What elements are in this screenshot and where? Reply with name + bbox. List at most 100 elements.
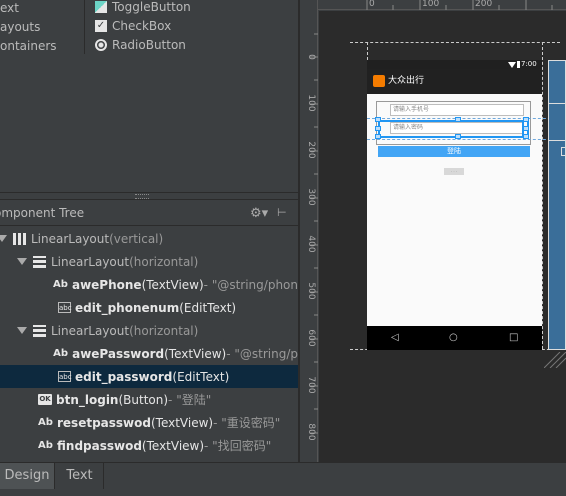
tree-row-id: findpasswod	[57, 438, 142, 453]
blueprint-widget	[561, 147, 566, 156]
tree-row-id: awePhone	[71, 277, 142, 292]
ruler-label: 800	[306, 423, 316, 441]
tree-row-detail: (vertical)	[109, 231, 164, 246]
resize-handle[interactable]	[375, 126, 381, 131]
palette-item-togglebutton[interactable]: ToggleButton	[95, 0, 191, 14]
linearlayout-horizontal-icon	[33, 255, 46, 268]
wifi-icon	[508, 62, 516, 68]
tree-row-name: LinearLayout	[51, 323, 130, 338]
tree-row-linearlayout-vertical[interactable]: LinearLayout (vertical)	[0, 227, 298, 250]
selection-guide	[367, 139, 566, 140]
tree-row-linearlayout-horizontal-2[interactable]: LinearLayout (horizontal)	[0, 319, 298, 342]
textview-icon: Ab	[38, 440, 53, 451]
tree-row-detail: (horizontal)	[129, 323, 199, 338]
palette-item-label: CheckBox	[112, 19, 172, 33]
left-panel: ext ayouts ontainers ToggleButton ✓ Chec…	[0, 0, 298, 462]
radio-button-icon	[95, 39, 107, 51]
tree-row-type: (Button)	[118, 392, 169, 407]
component-tree-title: omponent Tree	[0, 206, 85, 220]
palette-category-containers[interactable]: ontainers	[0, 39, 57, 53]
tree-row-id: awePassword	[72, 346, 165, 361]
tree-row-edit-phonenum[interactable]: abc edit_phonenum (EditText)	[0, 296, 298, 319]
phone-hint: 请输入手机号	[393, 106, 430, 113]
reset-find-password-links[interactable]: · · ·	[444, 168, 464, 175]
tree-row-type: (TextView)	[141, 438, 205, 453]
textview-icon: Ab	[53, 348, 68, 359]
tree-row-id: resetpasswod	[57, 415, 151, 430]
tree-row-id: btn_login	[56, 392, 119, 407]
gear-icon[interactable]: ⚙▾	[250, 206, 268, 221]
selected-edit-password[interactable]	[378, 120, 529, 138]
ruler-label: 600	[306, 329, 316, 347]
resize-handle[interactable]	[523, 126, 529, 131]
nav-back-icon[interactable]: ◁	[391, 326, 399, 350]
tree-row-detail: - "登陆"	[168, 393, 212, 407]
blueprint-line	[549, 140, 566, 141]
palette-item-label: ToggleButton	[112, 0, 191, 14]
palette-category-widgets[interactable]: ext	[0, 1, 19, 15]
palette-category-layouts[interactable]: ayouts	[0, 20, 40, 34]
ruler-label: 200	[306, 141, 316, 159]
panel-splitter[interactable]	[0, 192, 298, 200]
tree-row-id: edit_password	[75, 369, 173, 384]
palette-item-radiobutton[interactable]: RadioButton	[95, 38, 186, 52]
blueprint-line	[549, 103, 566, 104]
button-icon: OK	[38, 394, 52, 405]
battery-icon	[517, 61, 520, 68]
checkbox-icon: ✓	[95, 20, 107, 32]
tree-row-resetpasswod[interactable]: Ab resetpasswod (TextView) - "重设密码"	[0, 411, 298, 434]
resize-handle[interactable]	[455, 134, 461, 139]
tree-row-type: (TextView)	[141, 277, 204, 292]
nav-recents-icon[interactable]: □	[509, 326, 518, 350]
tree-row-type: (EditText)	[179, 300, 237, 315]
device-guide	[350, 42, 560, 43]
ruler-label: 0	[369, 0, 375, 9]
splitter-grip-icon[interactable]	[135, 194, 149, 199]
selection-guide	[367, 118, 566, 119]
ruler-label: 300	[306, 188, 316, 206]
tree-row-name: LinearLayout	[51, 254, 130, 269]
resize-handle[interactable]	[455, 117, 461, 122]
tree-row-id: edit_phonenum	[75, 300, 180, 315]
palette-divider	[84, 0, 85, 54]
palette-item-checkbox[interactable]: ✓ CheckBox	[95, 19, 171, 33]
resize-handle[interactable]	[375, 117, 381, 122]
edittext-icon: abc	[58, 371, 72, 382]
tab-design[interactable]: Design	[0, 463, 55, 489]
resize-handle[interactable]	[523, 117, 529, 122]
palette-item-label: RadioButton	[112, 38, 186, 52]
nav-home-icon[interactable]: ○	[449, 326, 458, 350]
tree-row-type: (TextView)	[150, 415, 214, 430]
ruler-label: 700	[306, 376, 316, 394]
device-guide	[542, 42, 543, 349]
expand-arrow-icon[interactable]	[0, 235, 7, 242]
expand-arrow-icon[interactable]	[17, 258, 27, 265]
tree-row-findpasswod[interactable]: Ab findpasswod (TextView) - "找回密码"	[0, 434, 298, 457]
tree-row-type: (EditText)	[172, 369, 230, 384]
tree-row-btn-login[interactable]: OK btn_login (Button) - "登陆"	[0, 388, 298, 411]
app-logo-icon	[373, 75, 385, 87]
ruler-label: 500	[306, 282, 316, 300]
resize-handle[interactable]	[375, 134, 381, 139]
tree-row-detail: - "重设密码"	[213, 416, 281, 430]
tab-text[interactable]: Text	[56, 463, 104, 489]
app-title: 大众出行	[388, 76, 425, 86]
canvas-resize-grip-icon[interactable]	[544, 352, 566, 368]
tree-row-type: (TextView)	[164, 346, 227, 361]
tree-row-edit-password[interactable]: abc edit_password (EditText)	[0, 365, 298, 388]
tree-row-awepassword[interactable]: Ab awePassword (TextView) - "@string/p	[0, 342, 298, 365]
tree-row-detail: - "找回密码"	[204, 439, 272, 453]
tree-row-awephone[interactable]: Ab awePhone (TextView) - "@string/phon	[0, 273, 298, 296]
ruler-label: 100	[306, 94, 316, 112]
ruler-label: 0	[306, 54, 316, 60]
ruler-label: 200	[475, 0, 493, 9]
tree-row-linearlayout-horizontal-1[interactable]: LinearLayout (horizontal)	[0, 250, 298, 273]
tree-row-name: LinearLayout	[31, 231, 110, 246]
tree-row-detail: (horizontal)	[129, 254, 199, 269]
expand-arrow-icon[interactable]	[17, 327, 27, 334]
collapse-icon[interactable]: ⊢	[277, 206, 287, 219]
tree-row-detail: - "@string/phon	[203, 277, 298, 292]
resize-handle[interactable]	[523, 134, 529, 139]
linearlayout-horizontal-icon	[33, 324, 46, 337]
tree-row-detail: - "@string/p	[226, 346, 298, 361]
